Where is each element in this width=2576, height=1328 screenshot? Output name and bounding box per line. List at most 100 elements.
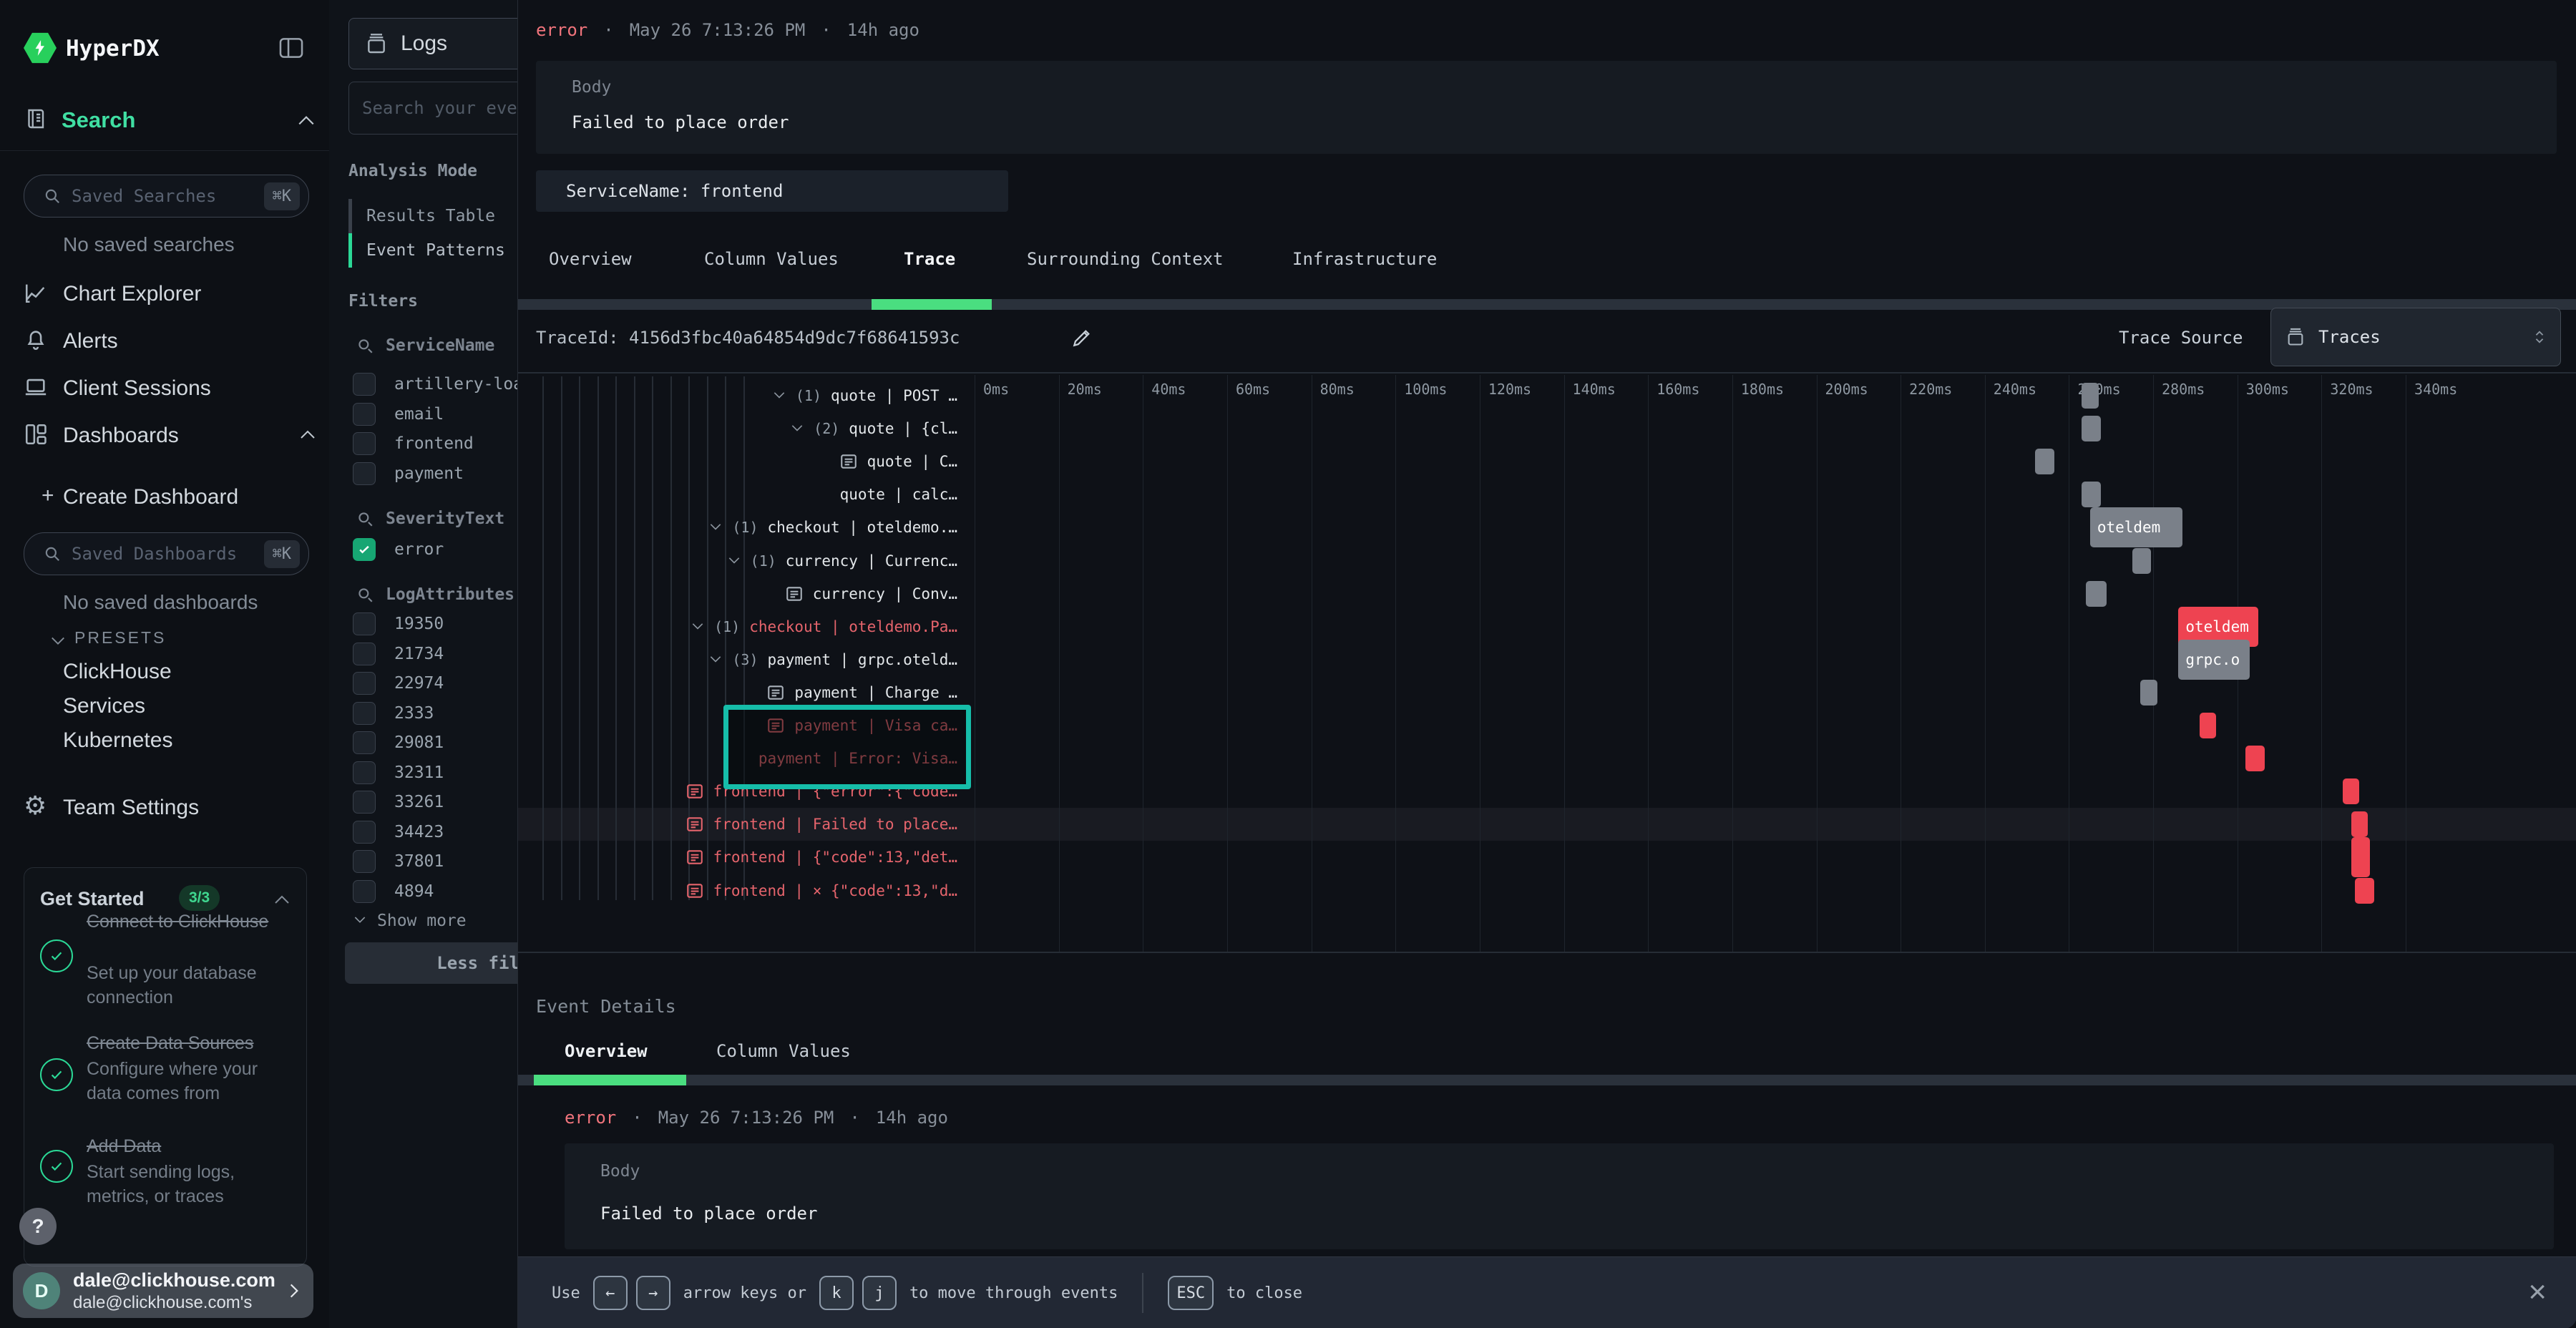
show-more-button[interactable]: Show more [353, 912, 467, 930]
analysis-mode-event-patterns[interactable]: Event Patterns [348, 233, 505, 268]
trace-span-row[interactable]: currency | Conv… [518, 577, 957, 610]
collapse-sidebar-icon[interactable] [278, 34, 305, 62]
sidebar-item-alerts[interactable]: Alerts [63, 329, 118, 353]
span-duration-bar[interactable]: oteldem [2090, 507, 2182, 547]
chevron-up-icon[interactable] [273, 894, 291, 905]
facet-checkbox-item[interactable]: email [353, 403, 444, 426]
facet-checkbox-item[interactable]: payment [353, 462, 464, 485]
checkbox[interactable] [353, 791, 376, 814]
span-duration-bar[interactable] [2035, 449, 2054, 474]
less-filters-button[interactable]: Less filters [345, 942, 517, 984]
edit-pencil-icon[interactable] [1070, 326, 1093, 349]
span-duration-bar[interactable] [2355, 878, 2373, 904]
span-duration-bar[interactable] [2245, 746, 2264, 771]
facet-header[interactable]: ServiceName [356, 336, 494, 355]
facet-header[interactable]: LogAttributes [356, 585, 514, 604]
checkbox[interactable] [353, 612, 376, 635]
span-duration-bar[interactable] [2082, 383, 2099, 409]
analysis-mode-results-table[interactable]: Results Table [348, 199, 495, 233]
checkbox[interactable] [353, 462, 376, 485]
service-name-chip[interactable]: ServiceName: frontend [536, 170, 1008, 212]
trace-source-select[interactable]: Traces [2270, 308, 2561, 366]
event-search-input[interactable]: Search your events [348, 82, 517, 135]
arrow-right-key[interactable]: → [636, 1276, 670, 1310]
sidebar-item-team-settings[interactable]: Team Settings [63, 796, 199, 820]
sidebar-item-client-sessions[interactable]: Client Sessions [63, 376, 211, 401]
esc-key[interactable]: ESC [1168, 1276, 1214, 1310]
checkbox[interactable] [353, 702, 376, 725]
span-duration-bar[interactable] [2082, 416, 2100, 441]
saved-searches-input[interactable]: Saved Searches ⌘K [24, 175, 309, 218]
tab-surrounding-context[interactable]: Surrounding Context [1027, 249, 1224, 269]
checkbox[interactable] [353, 761, 376, 784]
chevron-up-icon[interactable] [297, 113, 316, 127]
checkbox[interactable] [353, 373, 376, 396]
presets-label[interactable]: PRESETS [74, 628, 166, 648]
trace-span-row[interactable]: frontend | {"code":13,"det… [518, 841, 957, 874]
span-duration-bar[interactable] [2082, 482, 2100, 507]
details-tab-overview[interactable]: Overview [565, 1041, 648, 1061]
close-icon[interactable]: × [2528, 1278, 2547, 1307]
trace-span-row[interactable]: (1)quote | POST … [518, 379, 957, 412]
tab-overview[interactable]: Overview [549, 249, 632, 269]
span-duration-bar[interactable] [2200, 713, 2217, 738]
details-tab-column-values[interactable]: Column Values [716, 1041, 851, 1061]
trace-span-row[interactable]: (1)checkout | oteldemo.… [518, 511, 957, 544]
facet-checkbox-item[interactable]: 29081 [353, 731, 444, 754]
sidebar-item-search[interactable]: Search [62, 107, 135, 133]
checkbox[interactable] [353, 821, 376, 844]
trace-span-row[interactable]: quote | calc… [518, 478, 957, 511]
checkbox[interactable] [353, 731, 376, 754]
checkbox[interactable] [353, 403, 376, 426]
saved-dashboards-input[interactable]: Saved Dashboards ⌘K [24, 532, 309, 575]
facet-header[interactable]: SeverityText [356, 509, 504, 528]
span-duration-bar[interactable] [2140, 680, 2157, 706]
tab-column-values[interactable]: Column Values [704, 249, 839, 269]
span-duration-bar[interactable] [2132, 548, 2151, 574]
facet-checkbox-item[interactable]: 2333 [353, 702, 434, 725]
checkbox[interactable] [353, 880, 376, 903]
trace-span-row[interactable]: frontend | × {"code":13,"d… [518, 874, 957, 907]
facet-checkbox-item[interactable]: 33261 [353, 791, 444, 814]
checkbox[interactable] [353, 850, 376, 873]
facet-checkbox-item[interactable]: artillery-loadgen [353, 373, 517, 396]
trace-span-row[interactable]: (2)quote | {cl… [518, 412, 957, 445]
facet-checkbox-item[interactable]: 4894 [353, 880, 434, 903]
arrow-left-key[interactable]: ← [593, 1276, 628, 1310]
sidebar-item-services[interactable]: Services [63, 694, 145, 718]
trace-span-row[interactable]: (1)checkout | oteldemo.Pa… [518, 610, 957, 643]
chevron-up-icon[interactable] [299, 428, 316, 441]
checkbox[interactable] [353, 538, 376, 561]
span-duration-bar[interactable] [2351, 837, 2370, 877]
span-duration-bar[interactable]: grpc.o [2178, 640, 2250, 680]
trace-span-row[interactable]: (3)payment | grpc.oteld… [518, 643, 957, 676]
checkbox[interactable] [353, 672, 376, 695]
j-key[interactable]: j [862, 1276, 897, 1310]
trace-span-row[interactable]: (1)currency | Currenc… [518, 545, 957, 577]
trace-span-row[interactable]: frontend | Failed to place… [518, 808, 957, 841]
facet-checkbox-item[interactable]: frontend [353, 432, 474, 455]
tab-infrastructure[interactable]: Infrastructure [1292, 249, 1437, 269]
facet-checkbox-item[interactable]: error [353, 538, 444, 561]
data-source-select[interactable]: Logs [348, 18, 517, 69]
create-dashboard-button[interactable]: Create Dashboard [63, 485, 238, 509]
facet-checkbox-item[interactable]: 32311 [353, 761, 444, 784]
chevron-down-icon[interactable] [50, 635, 66, 647]
facet-checkbox-item[interactable]: 21734 [353, 643, 444, 665]
sidebar-item-dashboards[interactable]: Dashboards [63, 424, 179, 448]
span-duration-bar[interactable] [2351, 811, 2368, 837]
user-menu[interactable]: D dale@clickhouse.com dale@clickhouse.co… [13, 1264, 313, 1318]
checkbox[interactable] [353, 643, 376, 665]
span-duration-bar[interactable] [2086, 581, 2107, 607]
checkbox[interactable] [353, 432, 376, 455]
sidebar-item-kubernetes[interactable]: Kubernetes [63, 728, 172, 753]
facet-checkbox-item[interactable]: 19350 [353, 612, 444, 635]
span-duration-bar[interactable] [2343, 778, 2360, 804]
sidebar-item-clickhouse[interactable]: ClickHouse [63, 660, 172, 684]
sidebar-item-chart-explorer[interactable]: Chart Explorer [63, 282, 201, 306]
help-button[interactable]: ? [19, 1208, 57, 1245]
facet-checkbox-item[interactable]: 34423 [353, 821, 444, 844]
facet-checkbox-item[interactable]: 37801 [353, 850, 444, 873]
tab-trace[interactable]: Trace [904, 249, 955, 269]
facet-checkbox-item[interactable]: 22974 [353, 672, 444, 695]
